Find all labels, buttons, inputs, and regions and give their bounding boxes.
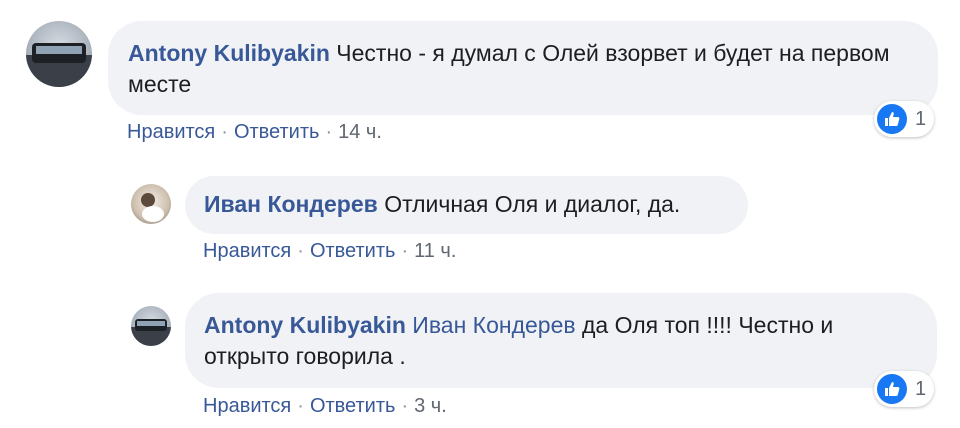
comment-author[interactable]: Antony Kulibyakin — [204, 312, 406, 338]
reaction-count-value: 1 — [915, 107, 927, 130]
avatar[interactable] — [26, 21, 92, 87]
separator: · — [221, 121, 228, 143]
separator: · — [297, 395, 304, 417]
comment-actions: Нравится · Ответить · 14 ч. — [127, 121, 382, 144]
reply-link[interactable]: Ответить — [310, 395, 396, 418]
like-link[interactable]: Нравится — [127, 121, 215, 144]
reply-link[interactable]: Ответить — [234, 121, 320, 144]
comment-timestamp[interactable]: 11 ч. — [414, 240, 456, 263]
separator: · — [401, 395, 409, 417]
avatar[interactable] — [131, 306, 171, 346]
thumbs-up-icon — [877, 104, 907, 134]
comment-actions: Нравится · Ответить · 11 ч. — [203, 240, 456, 263]
comment-bubble: Antony Kulibyakin Честно - я думал с Оле… — [108, 21, 938, 115]
reaction-count[interactable]: 1 — [874, 101, 935, 137]
comment-bubble: Antony Kulibyakin Иван Кондерев да Оля т… — [185, 293, 937, 388]
comment-timestamp[interactable]: 3 ч. — [414, 395, 447, 418]
avatar[interactable] — [131, 184, 171, 224]
comment-actions: Нравится · Ответить · 3 ч. — [203, 395, 447, 418]
like-link[interactable]: Нравится — [203, 395, 291, 418]
comment-timestamp[interactable]: 14 ч. — [338, 121, 382, 144]
separator: · — [401, 240, 409, 262]
like-link[interactable]: Нравится — [203, 240, 291, 263]
reaction-count[interactable]: 1 — [874, 371, 935, 407]
thumbs-up-icon — [877, 374, 907, 404]
comment-bubble: Иван Кондерев Отличная Оля и диалог, да. — [185, 176, 748, 234]
comment-mention[interactable]: Иван Кондерев — [412, 312, 575, 338]
reply-link[interactable]: Ответить — [310, 240, 396, 263]
separator: · — [325, 121, 333, 143]
comment-author[interactable]: Antony Kulibyakin — [128, 40, 330, 66]
comment-text: Отличная Оля и диалог, да. — [384, 191, 681, 217]
comment-author[interactable]: Иван Кондерев — [204, 191, 378, 217]
separator: · — [297, 240, 304, 262]
reaction-count-value: 1 — [915, 377, 927, 400]
